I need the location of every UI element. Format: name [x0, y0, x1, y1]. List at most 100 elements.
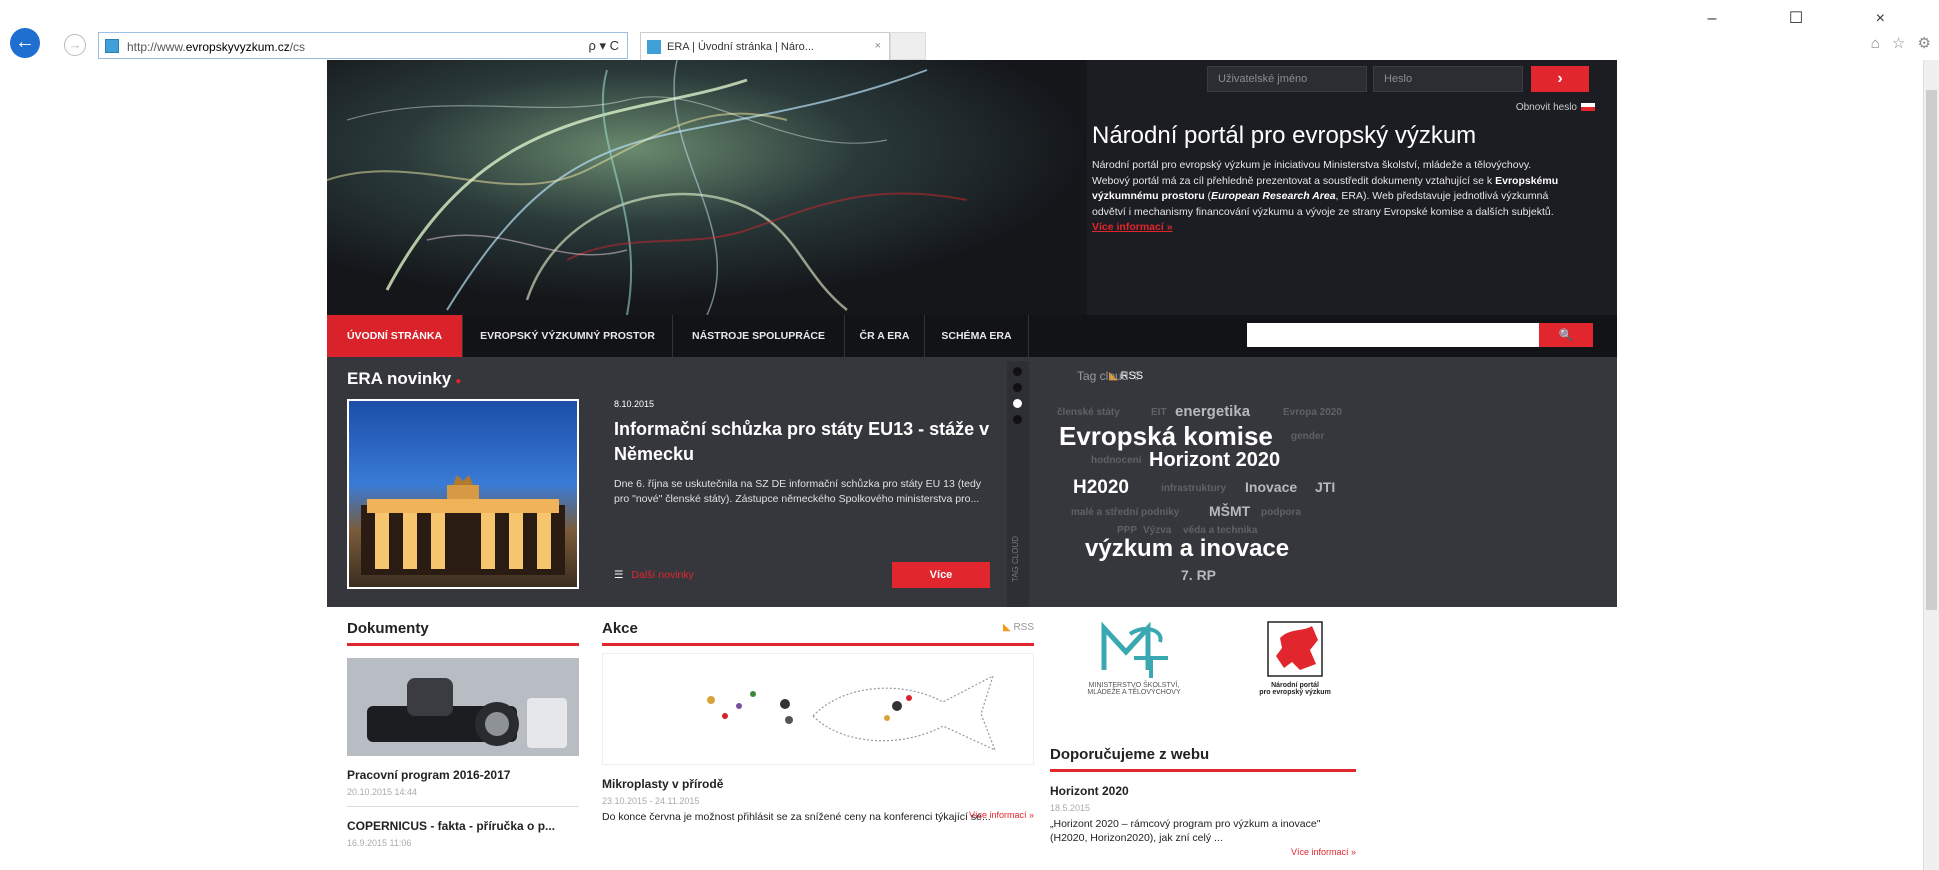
scrollbar-thumb[interactable] — [1926, 90, 1937, 610]
english-flag-icon[interactable] — [1581, 103, 1595, 112]
tag-link[interactable]: MŠMT — [1209, 503, 1250, 519]
tag-link[interactable]: energetika — [1175, 403, 1250, 420]
site-favicon-icon — [105, 39, 119, 53]
tag-link[interactable]: podpora — [1261, 507, 1301, 518]
news-section: ERA novinky ● ◣ RSS 8.10.2015 Informační … — [327, 357, 1617, 607]
heading-dot-icon: ● — [455, 376, 462, 387]
main-navigation: ÚVODNÍ STRÁNKA EVROPSKÝ VÝZKUMNÝ PROSTOR… — [327, 315, 1617, 357]
intro-more-link[interactable]: Více informací » — [1092, 220, 1173, 236]
login-form: Uživatelské jméno Heslo › — [1207, 66, 1589, 92]
events-section: Akce ◣ RSS Mikroplasty v přírodě 23.10.20… — [602, 620, 1034, 823]
more-news-link[interactable]: ☰ Další novinky — [614, 569, 694, 581]
tag-link[interactable]: členské státy — [1057, 407, 1120, 418]
tag-link[interactable]: JTI — [1315, 479, 1335, 495]
tag-cloud-heading: Tag cloud ⇧ — [1077, 369, 1142, 383]
nav-cooperation-tools[interactable]: NÁSTROJE SPOLUPRÁCE — [673, 315, 845, 357]
tag-link[interactable]: malé a střední podniky — [1071, 507, 1179, 518]
tag-link[interactable]: hodnocení — [1091, 455, 1142, 466]
news-image-brandenburg-gate[interactable] — [347, 399, 579, 589]
new-tab-button[interactable] — [890, 32, 926, 60]
search-icon[interactable]: 🔍 — [1539, 323, 1593, 347]
address-bar[interactable]: http://www.evropskyvyzkum.cz/cs ρ ▾ C — [98, 32, 628, 59]
site-intro: Národní portál pro evropský výzkum je in… — [1092, 158, 1562, 236]
events-rss-link[interactable]: ◣ RSS — [1003, 622, 1034, 633]
forward-arrow-icon[interactable]: → — [64, 34, 86, 56]
msmt-logo-mark — [1101, 621, 1168, 678]
page: Uživatelské jméno Heslo › Obnovit heslo Ná… — [327, 60, 1617, 870]
recommended-date: 18.5.2015 — [1050, 803, 1091, 813]
tag-link[interactable]: H2020 — [1073, 477, 1129, 499]
tag-link[interactable]: 7. RP — [1181, 567, 1216, 583]
fish-illustration — [707, 674, 997, 752]
microscope-illustration — [347, 658, 579, 756]
home-favorites-settings-icons[interactable]: ⌂ ☆ ⚙ — [1871, 34, 1935, 52]
msmt-caption: MINISTERSTVO ŠKOLSTVÍ, MLÁDEŽE A TĚLOVÝC… — [1087, 682, 1181, 696]
document-date: 20.10.2015 14:44 — [347, 787, 418, 797]
nav-home[interactable]: ÚVODNÍ STRÁNKA — [327, 315, 463, 357]
news-slider-pager: TAG CLOUD — [1007, 361, 1029, 607]
username-field[interactable]: Uživatelské jméno — [1207, 66, 1367, 92]
tag-link[interactable]: Evropa 2020 — [1283, 407, 1342, 418]
list-icon: ☰ — [614, 569, 624, 581]
slider-dot-active[interactable] — [1013, 399, 1022, 408]
password-field[interactable]: Heslo — [1373, 66, 1523, 92]
news-more-button[interactable]: Více — [892, 562, 990, 588]
event-title[interactable]: Mikroplasty v přírodě — [602, 777, 1034, 791]
portal-caption: Národní portál pro evropský výzkum — [1259, 682, 1331, 696]
news-date: 8.10.2015 — [614, 399, 655, 409]
news-title[interactable]: Informační schůzka pro státy EU13 - stáž… — [614, 417, 994, 467]
events-image-fish[interactable] — [602, 653, 1034, 765]
event-date: 23.10.2015 - 24.11.2015 — [602, 796, 700, 806]
tab-title: ERA | Úvodní stránka | Náro... — [667, 41, 814, 53]
document-title[interactable]: Pracovní program 2016-2017 — [347, 768, 579, 782]
news-excerpt: Dne 6. října se uskutečnila na SZ DE inf… — [614, 478, 982, 505]
europe-map-icon — [1267, 621, 1323, 677]
events-heading: Akce ◣ RSS — [602, 620, 1034, 646]
nav-cr-and-era[interactable]: ČR A ERA — [845, 315, 925, 357]
site-title: Národní portál pro evropský výzkum — [1092, 122, 1477, 149]
documents-image-microscope[interactable] — [347, 658, 579, 756]
address-url: http://www.evropskyvyzkum.cz/cs — [127, 40, 306, 54]
vertical-scrollbar[interactable] — [1923, 60, 1939, 870]
window-controls[interactable]: – ☐ × — [1708, 8, 1919, 28]
tag-link[interactable]: výzkum a inovace — [1085, 535, 1289, 563]
tab-close-icon[interactable]: × — [875, 40, 881, 52]
divider — [347, 806, 579, 807]
browser-chrome: ← → http://www.evropskyvyzkum.cz/cs ρ ▾ … — [0, 0, 1939, 60]
recommended-excerpt: „Horizont 2020 – rámcový program pro výz… — [1050, 818, 1321, 844]
forgot-password-link[interactable]: Obnovit heslo — [1516, 102, 1595, 113]
msmt-logo[interactable]: MINISTERSTVO ŠKOLSTVÍ, MLÁDEŽE A TĚLOVÝC… — [1074, 620, 1194, 716]
document-date: 16.9.2015 11:06 — [347, 838, 412, 848]
tab-favicon-icon — [647, 40, 661, 54]
tag-link[interactable]: EIT — [1151, 407, 1167, 418]
slider-dot[interactable] — [1013, 415, 1022, 424]
search-refresh-icons[interactable]: ρ ▾ C — [588, 38, 619, 54]
brandenburg-gate-illustration — [361, 475, 565, 575]
back-arrow-icon[interactable]: ← — [10, 28, 40, 58]
slider-dot[interactable] — [1013, 367, 1022, 376]
tag-cloud: členské státy EIT energetika Evropa 2020… — [1057, 397, 1347, 597]
tag-link[interactable]: gender — [1291, 431, 1324, 442]
documents-heading: Dokumenty — [347, 620, 579, 646]
header-banner: Uživatelské jméno Heslo › Obnovit heslo Ná… — [327, 60, 1617, 315]
search-input[interactable] — [1247, 323, 1539, 347]
recommended-heading: Doporučujeme z webu — [1050, 746, 1356, 772]
recommended-title[interactable]: Horizont 2020 — [1050, 784, 1356, 798]
portal-logo[interactable]: Národní portál pro evropský výzkum — [1240, 620, 1350, 716]
recommended-section: MINISTERSTVO ŠKOLSTVÍ, MLÁDEŽE A TĚLOVÝC… — [1050, 620, 1356, 857]
browser-tab[interactable]: ERA | Úvodní stránka | Náro... × — [640, 32, 890, 60]
tag-cloud-toggle[interactable]: TAG CLOUD — [1011, 536, 1020, 582]
nav-european-research-area[interactable]: EVROPSKÝ VÝZKUMNÝ PROSTOR — [463, 315, 673, 357]
login-button[interactable]: › — [1531, 66, 1589, 92]
tag-link[interactable]: Inovace — [1245, 479, 1297, 495]
tag-link[interactable]: infrastruktury — [1161, 483, 1226, 494]
partner-logos: MINISTERSTVO ŠKOLSTVÍ, MLÁDEŽE A TĚLOVÝC… — [1050, 620, 1356, 720]
rss-icon: ◣ — [1002, 622, 1011, 633]
document-title[interactable]: COPERNICUS - fakta - příručka o p... — [347, 819, 579, 833]
tag-link[interactable]: Horizont 2020 — [1149, 449, 1280, 472]
nav-era-scheme[interactable]: SCHÉMA ERA — [925, 315, 1029, 357]
recommended-more-link[interactable]: Více informací » — [1050, 847, 1356, 857]
slider-dot[interactable] — [1013, 383, 1022, 392]
tag-link[interactable]: Evropská komise — [1059, 421, 1273, 452]
documents-section: Dokumenty Pracovní program 2016-2017 20.… — [347, 620, 579, 848]
